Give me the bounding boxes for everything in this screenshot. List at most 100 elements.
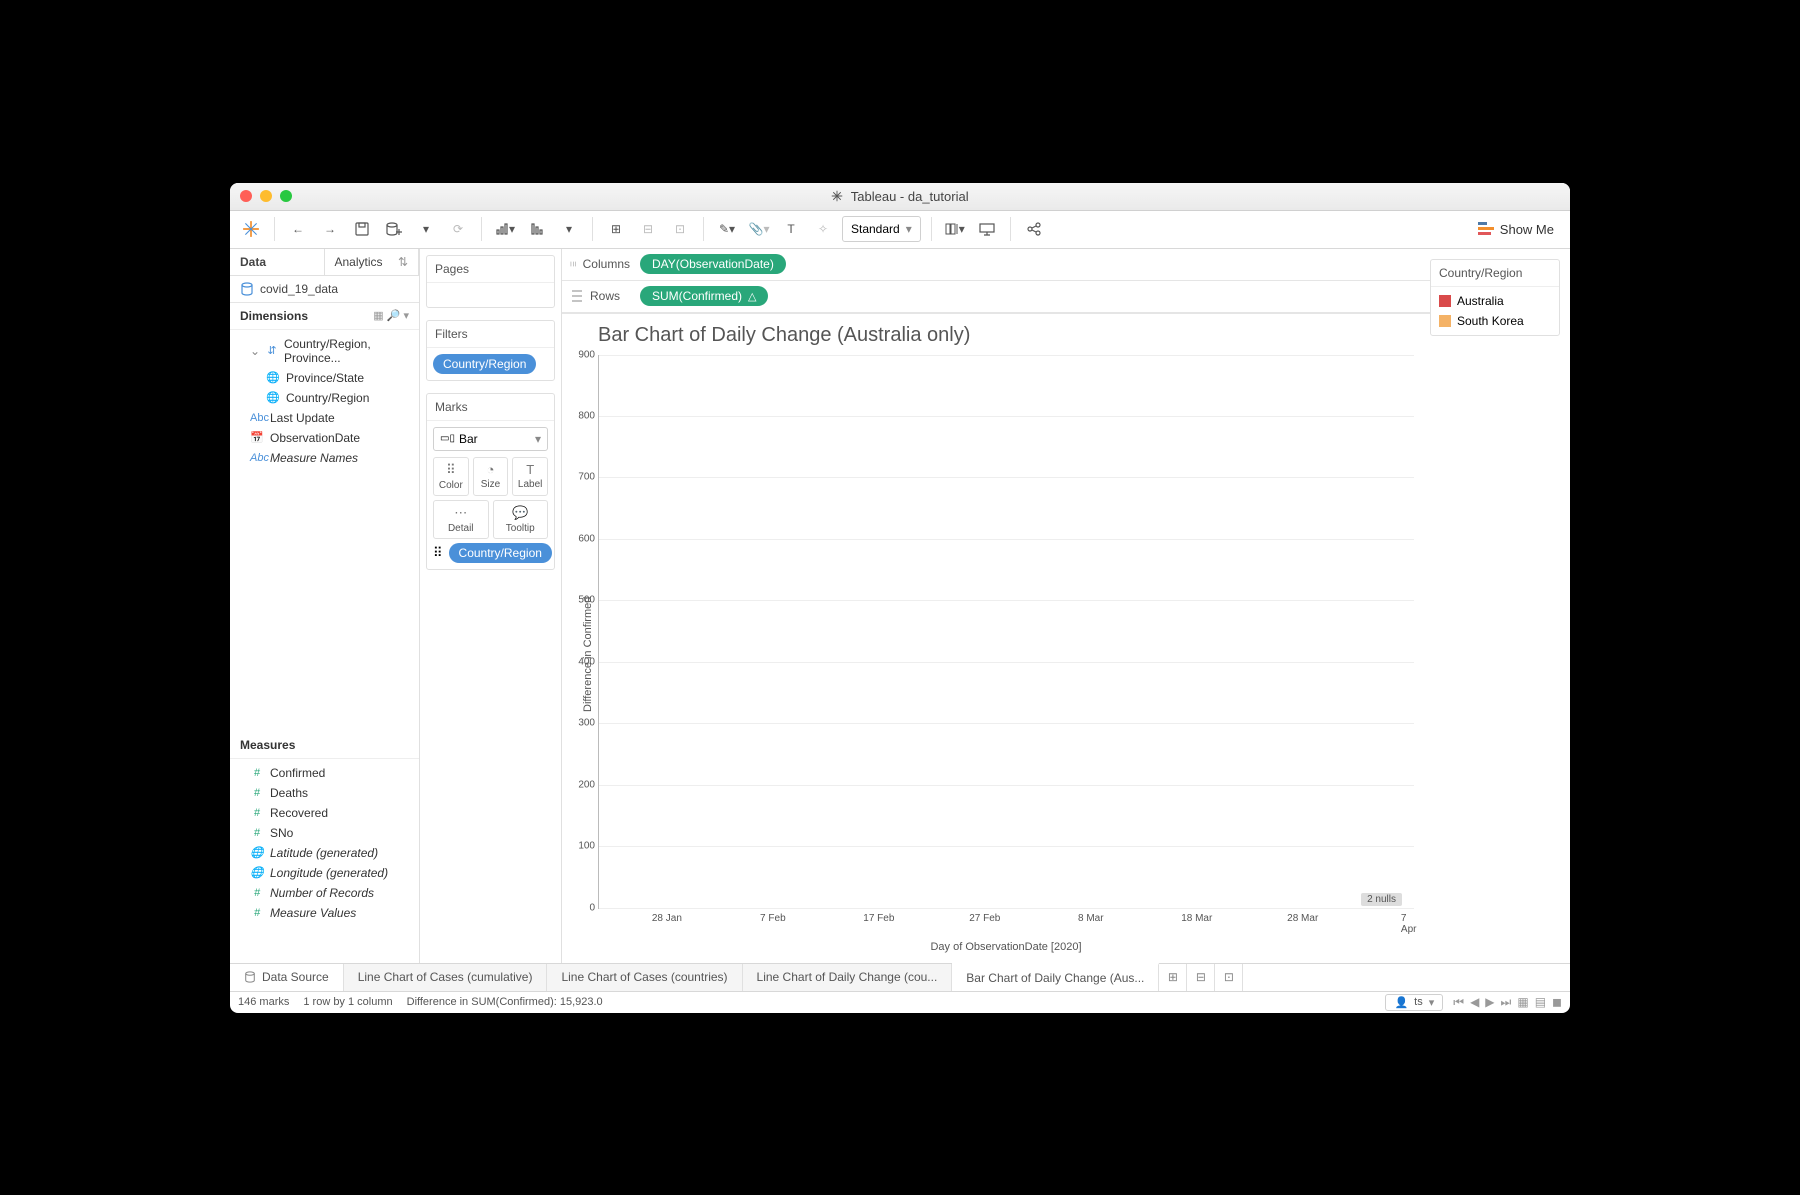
dimension-item[interactable]: 🌐Country/Region (230, 388, 419, 408)
columns-pill[interactable]: DAY(ObservationDate) (640, 254, 786, 274)
swap-button[interactable]: ▾ (492, 216, 518, 242)
marks-label-button[interactable]: TLabel (512, 457, 548, 496)
show-me-icon (1478, 222, 1494, 236)
new-story-button[interactable]: ⊡ (1215, 964, 1243, 991)
prev-sheet-button[interactable]: ◀ (1470, 995, 1479, 1010)
side-pane: Pages Filters Country/Region Marks ▭▯Bar… (420, 249, 562, 963)
sheet-tab[interactable]: Line Chart of Daily Change (cou... (743, 964, 953, 991)
sort-desc-button[interactable]: ▾ (556, 216, 582, 242)
presentation-button[interactable] (974, 216, 1000, 242)
legend-item[interactable]: Australia (1431, 291, 1559, 311)
main-area: Columns DAY(ObservationDate) Rows SUM(Co… (562, 249, 1570, 963)
measure-item[interactable]: #SNo (230, 823, 419, 843)
pause-auto-button[interactable]: ▾ (413, 216, 439, 242)
nulls-indicator[interactable]: 2 nulls (1361, 893, 1402, 906)
sheet-tab[interactable]: Line Chart of Cases (countries) (547, 964, 742, 991)
status-layout: 1 row by 1 column (303, 996, 392, 1008)
legend: Country/Region AustraliaSouth Korea (1430, 259, 1560, 336)
measure-item[interactable]: 🌐Latitude (generated) (230, 843, 419, 863)
show-mark-labels-button[interactable]: ⊡ (667, 216, 693, 242)
legend-item[interactable]: South Korea (1431, 311, 1559, 331)
dimensions-tree: ⌄⇵Country/Region, Province...🌐Province/S… (230, 330, 419, 472)
last-sheet-button[interactable]: ⏭ (1501, 995, 1512, 1010)
status-marks: 146 marks (238, 996, 289, 1008)
dimension-item[interactable]: AbcMeasure Names (230, 448, 419, 468)
show-me-button[interactable]: Show Me (1478, 222, 1554, 237)
first-sheet-button[interactable]: ⏮ (1453, 995, 1464, 1010)
measure-item[interactable]: #Confirmed (230, 763, 419, 783)
marks-color-button[interactable]: ⠿Color (433, 457, 469, 496)
viz-title[interactable]: Bar Chart of Daily Change (Australia onl… (598, 324, 1414, 347)
sheet-tab[interactable]: Bar Chart of Daily Change (Aus... (952, 963, 1159, 991)
grid-view-button[interactable]: ▦ (1517, 995, 1528, 1010)
pin-button[interactable]: ✧ (810, 216, 836, 242)
rows-pill[interactable]: SUM(Confirmed)△ (640, 286, 768, 306)
measure-item[interactable]: #Deaths (230, 783, 419, 803)
tableau-logo-button[interactable] (238, 216, 264, 242)
mark-type-dropdown[interactable]: ▭▯Bar ▾ (433, 427, 548, 451)
status-summary: Difference in SUM(Confirmed): 15,923.0 (407, 996, 603, 1008)
window-title: Tableau - da_tutorial (230, 189, 1570, 204)
marks-detail-button[interactable]: ⋯Detail (433, 500, 489, 539)
plot-body[interactable]: 2 nulls 0100200300400500600700800900 (598, 355, 1414, 909)
next-sheet-button[interactable]: ▶ (1485, 995, 1494, 1010)
sort-asc-button[interactable] (524, 216, 550, 242)
new-dashboard-button[interactable]: ⊟ (1187, 964, 1215, 991)
marks-size-button[interactable]: ◔Size (473, 457, 509, 496)
dimension-item[interactable]: AbcLast Update (230, 408, 419, 428)
data-source-tab[interactable]: Data Source (230, 964, 344, 991)
totals-button[interactable]: ⊟ (635, 216, 661, 242)
forward-button[interactable]: → (317, 216, 343, 242)
data-tab[interactable]: Data (230, 249, 325, 275)
y-axis-label: Difference in Confirmed (578, 355, 598, 953)
marks-card: Marks ▭▯Bar ▾ ⠿Color ◔Size TLabel ⋯Detai… (426, 393, 555, 570)
new-worksheet-button[interactable]: ⊞ (1159, 964, 1187, 991)
data-pane: Data Analytics⇅ covid_19_data Dimensions… (230, 249, 420, 963)
x-axis-label: Day of ObservationDate [2020] (598, 941, 1414, 953)
dimension-item[interactable]: ⌄⇵Country/Region, Province... (230, 334, 419, 368)
cards-button[interactable]: ▾ (942, 216, 968, 242)
sheet-tab[interactable]: Line Chart of Cases (cumulative) (344, 964, 548, 991)
measure-item[interactable]: #Number of Records (230, 883, 419, 903)
format-button[interactable]: T (778, 216, 804, 242)
marks-tooltip-button[interactable]: 💬Tooltip (493, 500, 549, 539)
new-datasource-button[interactable] (381, 216, 407, 242)
filters-card: Filters Country/Region (426, 320, 555, 381)
measure-item[interactable]: #Recovered (230, 803, 419, 823)
measure-item[interactable]: 🌐Longitude (generated) (230, 863, 419, 883)
x-axis: 28 Jan7 Feb17 Feb27 Feb8 Mar18 Mar28 Mar… (598, 909, 1414, 939)
back-button[interactable]: ← (285, 216, 311, 242)
group-button[interactable]: ⊞ (603, 216, 629, 242)
nav-icons: ⏮ ◀ ▶ ⏭ ▦ ▤ ◼ (1453, 995, 1562, 1010)
status-bar: 146 marks 1 row by 1 column Difference i… (230, 991, 1570, 1013)
pages-card: Pages (426, 255, 555, 308)
dimension-item[interactable]: 📅ObservationDate (230, 428, 419, 448)
refresh-button[interactable]: ⟳ (445, 216, 471, 242)
color-pill-country[interactable]: ⠿ Country/Region (433, 543, 548, 563)
analytics-tab[interactable]: Analytics⇅ (325, 249, 420, 275)
minimize-window-button[interactable] (260, 190, 272, 202)
titlebar: Tableau - da_tutorial (230, 183, 1570, 211)
user-dropdown[interactable]: 👤ts▾ (1385, 994, 1443, 1011)
share-button[interactable] (1021, 216, 1047, 242)
dimension-item[interactable]: 🌐Province/State (230, 368, 419, 388)
measures-tree: #Confirmed#Deaths#Recovered#SNo🌐Latitude… (230, 759, 419, 963)
close-window-button[interactable] (240, 190, 252, 202)
sheet-view-button[interactable]: ◼ (1552, 995, 1562, 1010)
sheet-tabs: Data Source Line Chart of Cases (cumulat… (230, 963, 1570, 991)
main-toolbar: ← → ▾ ⟳ ▾ ▾ ⊞ ⊟ ⊡ ✎▾ 📎▾ T ✧ Standard▾ ▾ … (230, 211, 1570, 249)
filter-pill-country[interactable]: Country/Region (433, 354, 536, 374)
rows-shelf[interactable]: Rows SUM(Confirmed)△ (562, 281, 1430, 313)
highlight-button[interactable]: ✎▾ (714, 216, 740, 242)
save-button[interactable] (349, 216, 375, 242)
attach-button[interactable]: 📎▾ (746, 216, 772, 242)
datasource-item[interactable]: covid_19_data (230, 276, 419, 303)
fit-dropdown[interactable]: Standard▾ (842, 216, 921, 242)
viz-canvas: Bar Chart of Daily Change (Australia onl… (562, 314, 1430, 963)
body: Data Analytics⇅ covid_19_data Dimensions… (230, 249, 1570, 963)
filmstrip-view-button[interactable]: ▤ (1535, 995, 1546, 1010)
measure-item[interactable]: #Measure Values (230, 903, 419, 923)
columns-shelf[interactable]: Columns DAY(ObservationDate) (562, 249, 1430, 281)
maximize-window-button[interactable] (280, 190, 292, 202)
measures-header: Measures (230, 732, 419, 759)
